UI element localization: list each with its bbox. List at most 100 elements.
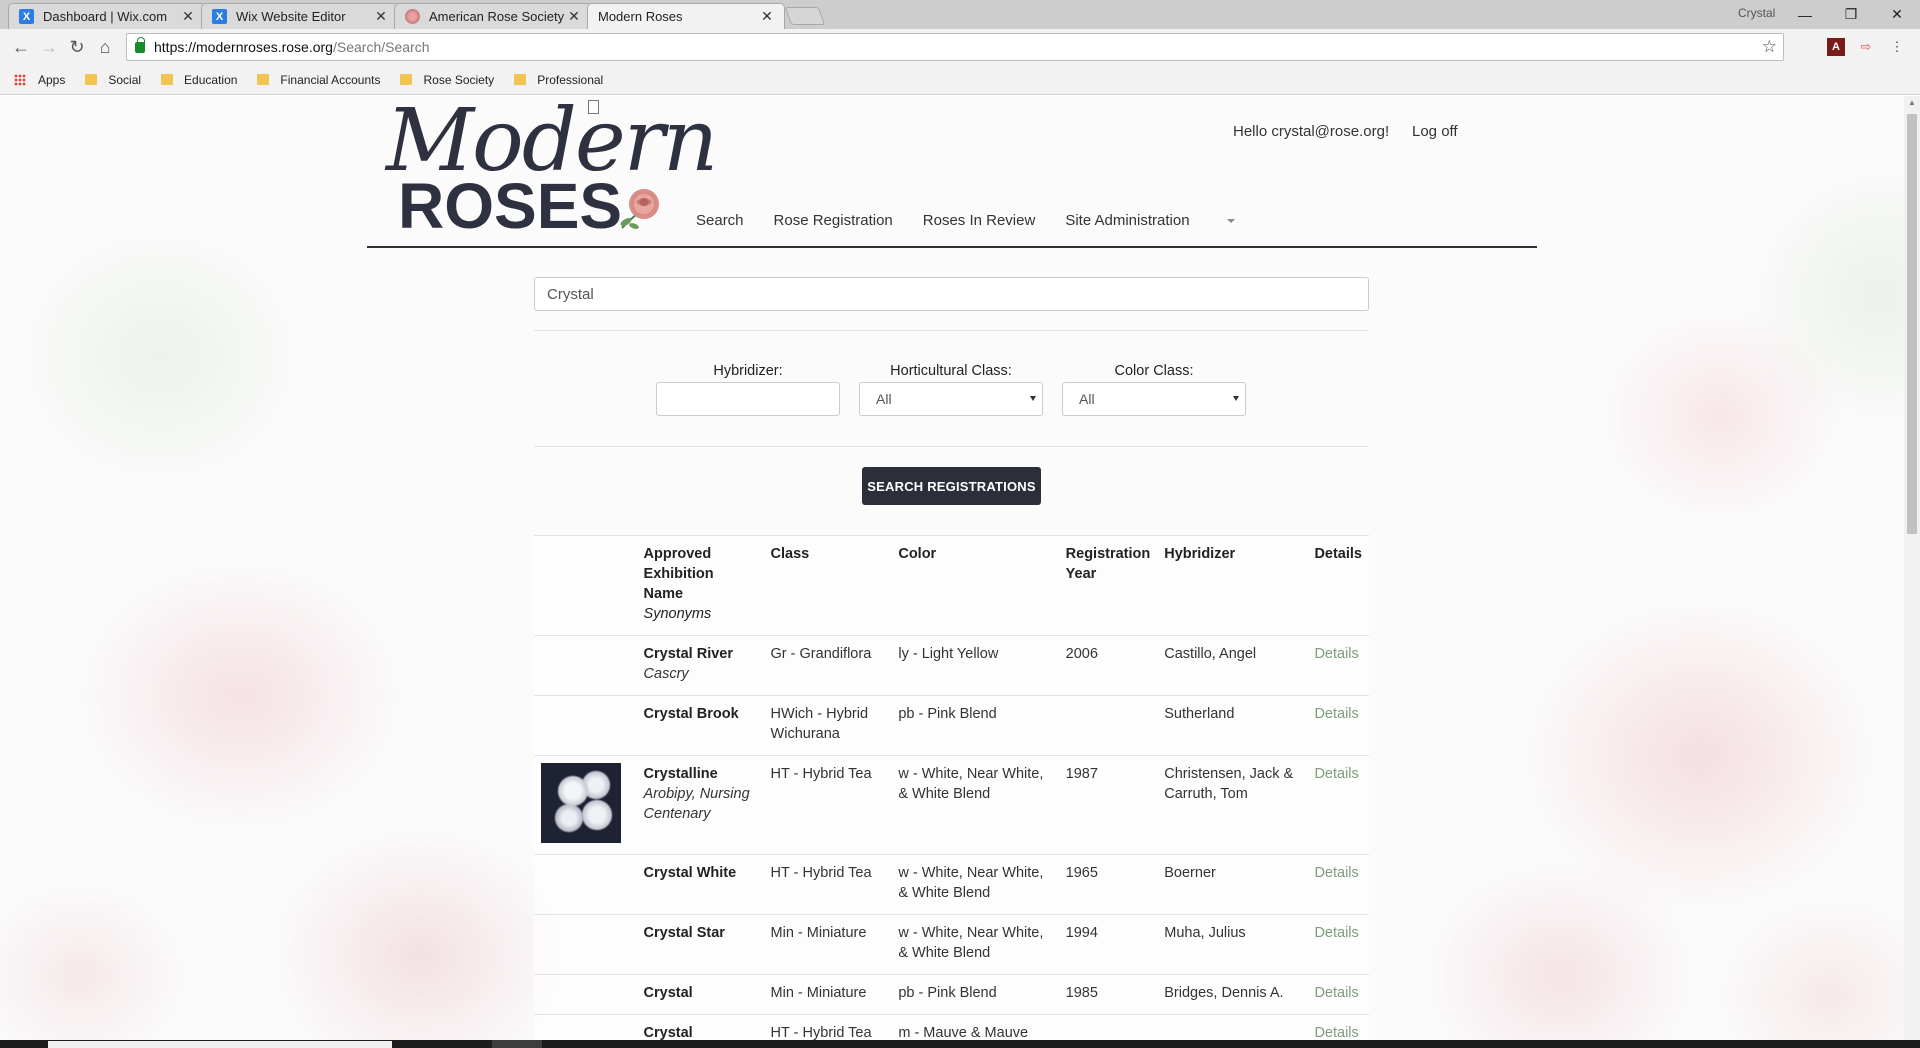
url-path: /Search/Search [332, 39, 430, 55]
taskbar-search[interactable] [48, 1041, 392, 1048]
main-nav: Search Rose Registration Roses In Review… [696, 212, 1295, 229]
class-column-header: Class [763, 535, 892, 636]
folder-icon [257, 74, 270, 85]
details-link[interactable]: Details [1314, 706, 1358, 722]
rose-name: Crystal [643, 985, 693, 1001]
bookmark-folder-financial-accounts[interactable]: Financial Accounts [257, 73, 380, 87]
minimize-icon[interactable]: — [1782, 0, 1828, 29]
address-bar[interactable]: https://modernroses.rose.org/Search/Sear… [126, 33, 1784, 61]
forward-icon[interactable]: → [37, 35, 61, 59]
class-cell: Min - Miniature [763, 974, 892, 1015]
details-cell: Details [1307, 854, 1369, 915]
nav-roses-in-review[interactable]: Roses In Review [923, 212, 1036, 229]
details-cell: Details [1307, 1014, 1369, 1040]
close-icon[interactable]: ✕ [567, 8, 581, 25]
rose-name: Crystal White [643, 865, 737, 881]
bookmark-folder-social[interactable]: Social [85, 73, 141, 87]
name-column-header: Approved Exhibition Name Synonyms [636, 535, 764, 636]
os-taskbar [0, 1040, 1920, 1048]
user-greeting[interactable]: Hello crystal@rose.org! [1233, 123, 1389, 140]
rose-logo-icon [620, 189, 659, 229]
year-cell: 1994 [1058, 914, 1158, 975]
site-logo-roses[interactable]: ROSES [398, 174, 622, 238]
apps-grid-icon [14, 73, 26, 86]
browser-tab-wix-editor[interactable]: X Wix Website Editor ✕ [201, 3, 399, 29]
menu-icon[interactable]: ⋮ [1888, 38, 1906, 56]
bookmark-folder-professional[interactable]: Professional [514, 73, 603, 87]
hybridizer-input[interactable] [656, 382, 840, 416]
pdf-extension-icon[interactable]: A [1827, 38, 1845, 56]
search-registrations-button[interactable]: SEARCH REGISTRATIONS [862, 467, 1041, 505]
bookmark-star-icon[interactable]: ☆ [1762, 37, 1777, 57]
tab-title: American Rose Society [429, 9, 565, 24]
scroll-up-icon[interactable]: ▲ [1908, 98, 1916, 107]
folder-icon [514, 74, 527, 85]
details-link[interactable]: Details [1314, 1025, 1358, 1040]
details-link[interactable]: Details [1314, 646, 1358, 662]
details-cell: Details [1307, 695, 1369, 756]
browser-tab-strip: X Dashboard | Wix.com ✕ X Wix Website Ed… [0, 0, 1920, 114]
close-icon[interactable]: ✕ [374, 8, 388, 25]
dropdown-arrow-icon [1030, 396, 1036, 401]
home-icon[interactable]: ⌂ [93, 35, 117, 59]
reload-icon[interactable]: ↻ [65, 35, 89, 59]
year-column-header: Registration Year [1058, 535, 1158, 636]
details-link[interactable]: Details [1314, 865, 1358, 881]
details-cell: Details [1307, 914, 1369, 975]
hybridizer-cell: Castillo, Angel [1157, 635, 1308, 696]
close-icon[interactable]: ✕ [181, 8, 195, 25]
bookmark-folder-rose-society[interactable]: Rose Society [400, 73, 494, 87]
lock-icon [135, 36, 145, 53]
logoff-link[interactable]: Log off [1412, 123, 1458, 140]
taskbar-active-app[interactable] [492, 1040, 542, 1048]
year-cell: 2006 [1058, 635, 1158, 696]
scrollbar-thumb[interactable] [1907, 114, 1917, 534]
hybridizer-cell: Sutherland [1157, 695, 1308, 756]
details-link[interactable]: Details [1314, 766, 1358, 782]
browser-tab-american-rose-society[interactable]: American Rose Society ✕ [394, 3, 592, 29]
select-value: All [876, 391, 892, 407]
color-column-header: Color [891, 535, 1059, 636]
horticultural-class-select[interactable]: All [859, 382, 1043, 416]
browser-tab-wix-dashboard[interactable]: X Dashboard | Wix.com ✕ [8, 3, 206, 29]
nav-label: Site Administration [1065, 212, 1190, 229]
close-icon[interactable]: ✕ [760, 8, 774, 25]
class-cell: HT - Hybrid Tea [763, 755, 892, 855]
bookmark-label: Professional [537, 72, 604, 87]
class-cell: HWich - Hybrid Wichurana [763, 695, 892, 756]
details-link[interactable]: Details [1314, 925, 1358, 941]
profile-name[interactable]: Crystal [1738, 6, 1775, 20]
color-cell: w - White, Near White, & White Blend [891, 854, 1059, 915]
details-column-header: Details [1307, 535, 1369, 636]
browser-tab-modern-roses[interactable]: Modern Roses ✕ [587, 3, 785, 114]
tab-title: Modern Roses [598, 9, 683, 24]
color-class-label: Color Class: [1114, 363, 1194, 379]
rose-thumbnail[interactable] [541, 763, 621, 843]
search-input[interactable] [534, 277, 1369, 311]
color-class-select[interactable]: All [1062, 382, 1246, 416]
year-cell [1058, 1014, 1158, 1040]
hybridizer-cell: Muha, Julius [1157, 914, 1308, 975]
name-cell: Crystal River Cascry [636, 635, 764, 696]
nav-rose-registration[interactable]: Rose Registration [774, 212, 893, 229]
restore-icon[interactable]: ❐ [1828, 0, 1874, 29]
nav-site-administration[interactable]: Site Administration [1065, 212, 1264, 229]
synonyms-header-label: Synonyms [643, 606, 712, 622]
table-row: Crystal River Cascry Gr - Grandiflora ly … [534, 635, 1369, 696]
close-window-icon[interactable]: ✕ [1874, 0, 1920, 29]
bookmark-folder-education[interactable]: Education [161, 73, 237, 87]
rose-synonyms: Cascry [643, 666, 689, 682]
nav-search[interactable]: Search [696, 212, 744, 229]
color-cell: m - Mauve & Mauve Blend [891, 1014, 1059, 1040]
divider [534, 446, 1369, 447]
extension-icon[interactable]: ⇨ [1857, 38, 1875, 56]
name-cell: Crystal [636, 974, 764, 1015]
rose-name: Crystal Star [643, 925, 725, 941]
bookmark-apps[interactable]: Apps [14, 73, 65, 87]
page-scrollbar[interactable]: ▲ [1904, 96, 1920, 1040]
details-link[interactable]: Details [1314, 985, 1358, 1001]
year-cell: 1965 [1058, 854, 1158, 915]
new-tab-button[interactable] [784, 7, 826, 25]
back-icon[interactable]: ← [9, 35, 33, 59]
name-cell: Crystal Lavender [636, 1014, 764, 1040]
